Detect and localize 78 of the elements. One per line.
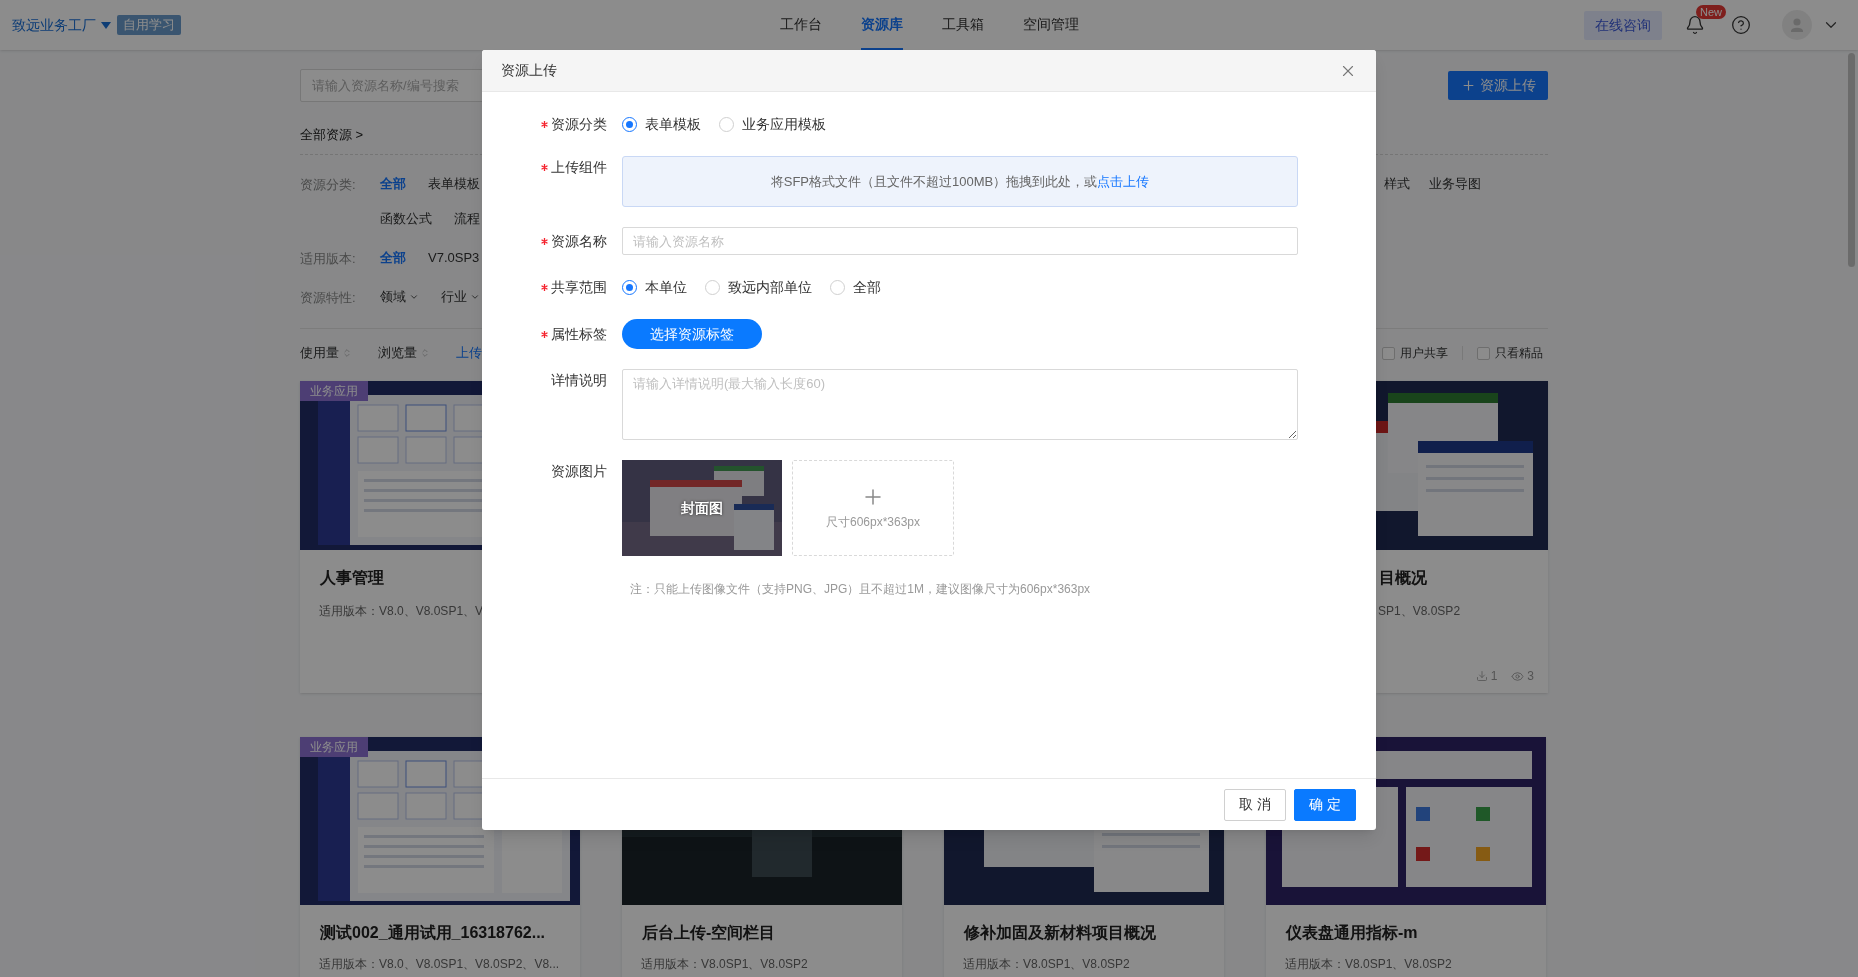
- filter-option[interactable]: 全部: [380, 248, 406, 268]
- new-badge: New: [1696, 5, 1726, 19]
- filter-label: 资源特性:: [300, 290, 356, 305]
- cancel-button[interactable]: 取 消: [1224, 788, 1287, 821]
- field-label: 资源图片: [551, 461, 607, 481]
- category-tag: 业务应用: [300, 381, 368, 401]
- checkbox-option[interactable]: 只看精品: [1477, 344, 1543, 362]
- filter-option[interactable]: V7.0SP3: [428, 248, 480, 268]
- radio-option[interactable]: 业务应用模板: [719, 113, 826, 135]
- filter-dropdown[interactable]: 行业: [441, 287, 480, 307]
- radio-option[interactable]: 致远内部单位: [705, 276, 812, 298]
- select-tags-button[interactable]: 选择资源标签: [622, 319, 762, 349]
- card-versions: 适用版本：V8.0SP1、V8.0SP2: [641, 957, 808, 971]
- file-drop-zone[interactable]: 将SFP格式文件（且文件不超过100MB）拖拽到此处，或点击上传: [622, 156, 1298, 207]
- text-input-field[interactable]: 请输入资源名称: [622, 227, 1298, 255]
- field-label: 共享范围: [551, 277, 607, 297]
- category-tag: 业务应用: [300, 737, 368, 757]
- filter-label: 适用版本:: [300, 251, 356, 266]
- card-title: 修补加固及新材料项目概况: [964, 924, 1156, 941]
- card-versions: SP1、V8.0SP2: [1378, 604, 1461, 618]
- caret-down-icon: [101, 21, 111, 29]
- filter-dropdown[interactable]: 领域: [380, 287, 419, 307]
- sort-option[interactable]: 使用量: [300, 343, 352, 363]
- bell-icon[interactable]: [1685, 15, 1705, 35]
- card-versions: 适用版本：V8.0SP1、V8.0SP2: [1285, 957, 1452, 971]
- dialog-title: 资源上传: [501, 61, 557, 80]
- radio-option[interactable]: 本单位: [622, 276, 687, 298]
- learning-badge: 自用学习: [117, 15, 181, 35]
- field-label: 资源分类: [551, 114, 607, 134]
- checkbox-option[interactable]: 用户共享: [1382, 344, 1448, 362]
- eye-icon: [1511, 669, 1525, 683]
- card-title: 后台上传-空间栏目: [642, 924, 776, 941]
- filter-label: 资源分类:: [300, 177, 356, 192]
- nav-tab[interactable]: 空间管理: [1022, 0, 1079, 50]
- card-title: 测试002_通用试用_16318762...: [320, 924, 545, 941]
- nav-tab[interactable]: 工具箱: [941, 0, 984, 50]
- chevron-down-icon: [409, 292, 419, 302]
- download-icon: [1475, 670, 1488, 682]
- description-textarea[interactable]: 请输入详情说明(最大输入长度60): [622, 369, 1298, 440]
- resource-card[interactable]: 业务应用 人事管理 适用版本：V8.0、V8.0SP1、V: [300, 381, 484, 693]
- card-title: 人事管理: [320, 569, 384, 586]
- filter-option[interactable]: 全部: [380, 174, 406, 194]
- confirm-button[interactable]: 确 定: [1294, 788, 1356, 821]
- field-label: 属性标签: [551, 324, 607, 344]
- card-versions: 适用版本：V8.0、V8.0SP1、V8.0SP2、V8...: [319, 957, 560, 971]
- image-upload-note: 注：只能上传图像文件（支持PNG、JPG）且不超过1M，建议图像尺寸为606px*363px: [630, 582, 1091, 596]
- card-versions: 适用版本：V8.0、V8.0SP1、V: [319, 604, 484, 618]
- card-title: 仪表盘通用指标-m: [1286, 924, 1418, 941]
- resource-card[interactable]: 目概况 SP1、V8.0SP2 1 3: [1376, 381, 1548, 693]
- nav-tab[interactable]: 工作台: [779, 0, 822, 50]
- field-label: 详情说明: [551, 370, 607, 390]
- filter-option[interactable]: 表单模板: [428, 174, 480, 194]
- brand-link[interactable]: 致远业务工厂: [12, 14, 111, 36]
- sort-option[interactable]: 浏览量: [378, 343, 430, 363]
- sort-option[interactable]: 上传: [456, 343, 482, 363]
- breadcrumb: 全部资源 >: [300, 126, 364, 145]
- radio-option[interactable]: 全部: [830, 276, 881, 298]
- plus-icon: [1460, 78, 1476, 93]
- filter-option[interactable]: 业务导图: [1429, 174, 1481, 194]
- field-label: 上传组件: [551, 157, 607, 177]
- radio-option[interactable]: 表单模板: [622, 113, 701, 135]
- help-icon[interactable]: [1731, 15, 1751, 35]
- filter-option[interactable]: 函数公式: [380, 209, 432, 229]
- filter-option[interactable]: 流程: [454, 209, 480, 229]
- cover-label: 封面图: [681, 498, 723, 518]
- click-upload-link[interactable]: 点击上传: [1097, 173, 1150, 189]
- resource-upload-button[interactable]: 资源上传: [1448, 71, 1548, 100]
- card-title: 目概况: [1379, 569, 1427, 586]
- chevron-down-icon: [470, 292, 480, 302]
- field-label: 资源名称: [551, 231, 607, 251]
- drop-zone-hint: 将SFP格式文件（且文件不超过100MB）拖拽到此处，或点击上传: [770, 172, 1150, 191]
- card-versions: 适用版本：V8.0SP1、V8.0SP2: [963, 957, 1130, 971]
- online-consult-button[interactable]: 在线咨询: [1584, 10, 1662, 40]
- stat-count: 3: [1527, 668, 1534, 685]
- stat-count: 1: [1490, 668, 1498, 685]
- scrollbar-thumb[interactable]: [1848, 53, 1855, 267]
- filter-option[interactable]: 样式: [1384, 174, 1410, 194]
- image-upload-button[interactable]: 尺寸606px*363px: [792, 460, 954, 556]
